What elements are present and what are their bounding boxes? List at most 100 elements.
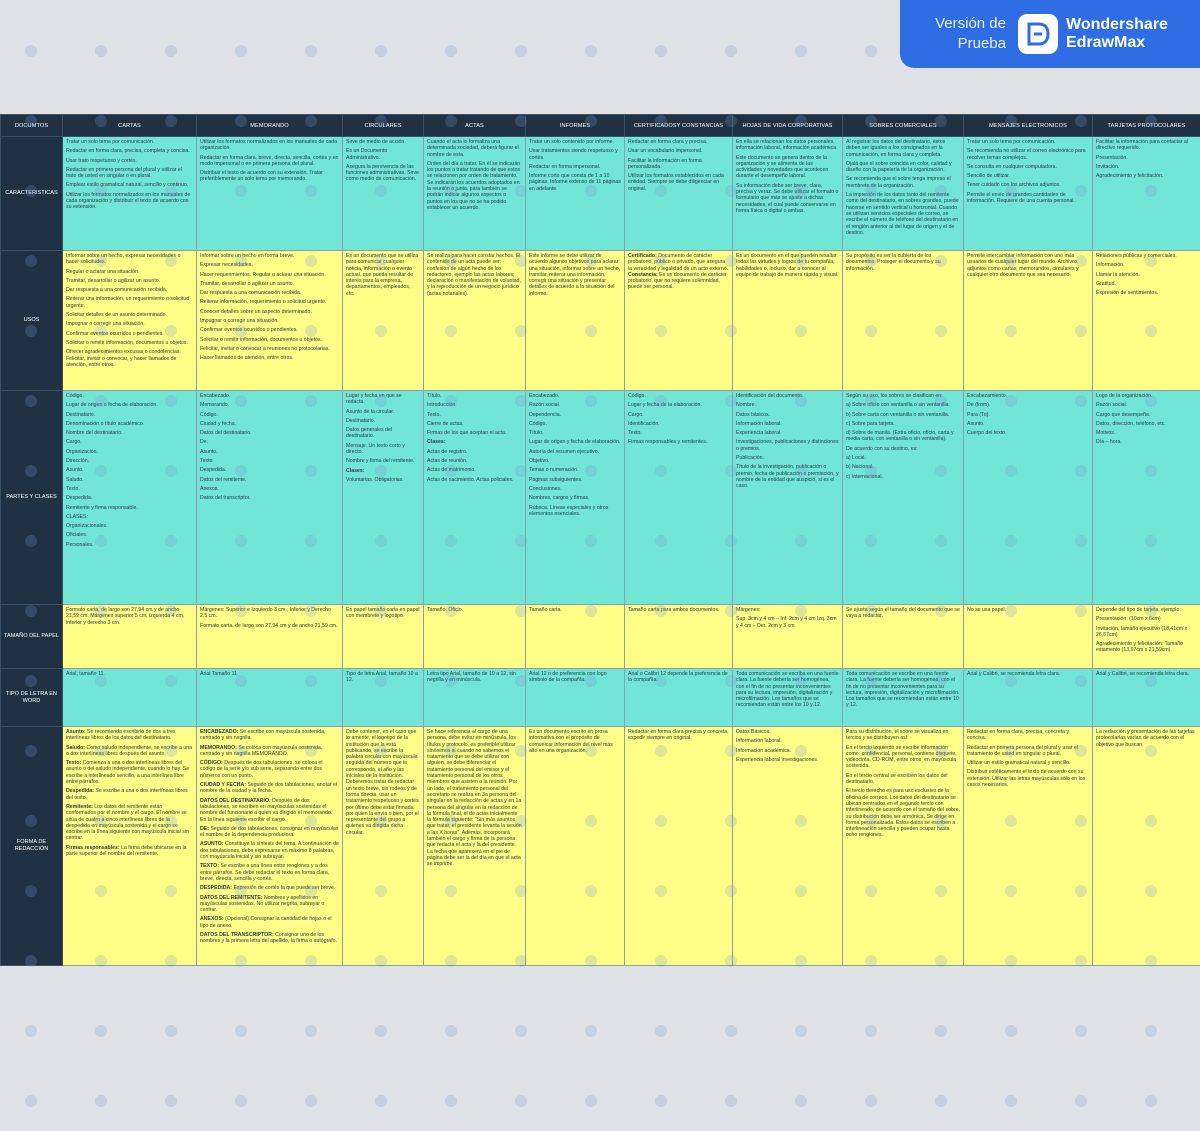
cell-line: Asunto. [66,467,84,474]
cell-line: Arial y Calibri, se recomienda letra cla… [967,671,1061,677]
watermark-icon [165,1025,177,1037]
watermark-icon [655,1025,667,1037]
table-cell: Al registrar los datos del destinatario,… [842,136,964,251]
trial-badge[interactable]: Versión de Prueba Wondershare EdrawMax [900,0,1200,68]
cell-line: Cierre de actas. [427,420,464,427]
cell-line: No se usa papel. [967,607,1006,613]
cell-line: Para (To). [967,411,990,418]
cell-line: Relaciones públicas y comerciales. [1096,253,1177,259]
cell-line: DATOS DEL REMITENTE: Nombres y apellidos… [200,894,325,914]
column-header: CIRCULARES [342,114,424,137]
cell-line: Nombre. [736,402,756,409]
cell-line: Para su distribución, el sobre se visual… [846,729,949,742]
column-header: HOJAS DE VIDA CORPORATIVAS [732,114,843,137]
table-cell: Arial y Calibri, se recomienda letra cla… [1092,668,1200,727]
cell-line: En ella se relacionan los datos personal… [736,139,838,152]
cell-line: Nombres, cargos y firmas. [529,495,590,502]
watermark-icon [25,1025,37,1037]
cell-line: Gratitud. [1096,280,1116,287]
cell-line: En el tercio central se escriben los dat… [846,772,948,786]
table-cell: Facilitar la información para contactar … [1092,136,1200,251]
watermark-icon [305,1025,317,1037]
cell-line: Presentación: (10cm x 6cm) [1096,616,1161,623]
cell-line: d) Sobre de manila. (Extra oficio, ofici… [846,430,954,443]
cell-line: Utilizar los formatos normalizados en lo… [200,139,337,152]
watermark-icon [1075,1095,1087,1107]
table-cell: Letra tipo Arial, tamaño de 10 a 12, sin… [423,668,526,727]
cell-line: Dar respuesta a una comunicación recibid… [66,287,168,294]
cell-line: ASUNTO: Constituye la síntesis del tema.… [200,841,339,861]
watermark-icon [235,1095,247,1107]
cell-line: El tercio derecho es para uso exclusivo … [846,788,960,839]
brand-line1: Wondershare [1066,16,1168,33]
row-header: TAMAÑO DEL PAPEL [0,604,63,669]
cell-line: Ciudad y fecha. [200,420,237,427]
cell-line: Facilitar la información para contactar … [1096,139,1188,152]
cell-line: Saludo. [66,476,84,483]
cell-line: Hacer llamados de atención, entre otros. [200,355,294,362]
cell-line: Firmas responsables: La firma debe ubica… [66,844,187,858]
cell-line: Se recomienda que el sobre tenga impreso… [846,176,951,189]
trial-label-line2: Prueba [957,35,1006,52]
table-cell: Informar sobre un hecho en forma breve. E… [196,250,343,391]
watermark-icon [165,45,177,57]
cell-line: Letra tipo Arial, tamaño de 10 a 12, sin… [427,671,516,684]
cell-line: Arial Tamaño 11. [200,671,239,677]
table-cell: Encabezado. Razón social. Dependencia. Códi… [525,390,625,605]
cell-line: Este documento se genera dentro de la or… [736,154,829,180]
cell-line: Clases: [427,439,446,446]
cell-line: Dependencia. [529,411,562,418]
cell-line: Texto. [628,430,642,437]
cell-line: Día – hora. [1096,439,1122,446]
cell-line: Datos generales del destinatario. [346,427,393,440]
cell-line: Confirmar eventos ocurridos o pendientes… [200,327,298,334]
column-header: CERTIFICADOSY CONSTANCIAS [624,114,733,137]
table-cell: Toda comunicación se escriba en una fuen… [732,668,843,727]
cell-line: Título de la investigación, publicación … [736,464,839,490]
cell-line: Asegura la pervivencia de las funciones … [346,163,419,183]
watermark-icon [25,1095,37,1107]
table-cell: Es un documento en el que pueden resalta… [732,250,843,391]
trial-label-line1: Versión de [935,15,1006,32]
cell-line: Cargo. [66,439,82,446]
cell-line: Título. [529,430,544,437]
cell-line: Formato carta, de largo son 27,94 cm y d… [66,607,185,626]
column-header: TARJETAS PROTOCOLARES [1092,114,1200,137]
cell-line: Datos del remitente. [200,476,247,483]
cell-line: Datos, dirección, teléfono, etc. [1096,420,1166,427]
cell-line: De. [200,439,209,446]
watermark-icon [165,1095,177,1107]
watermark-icon [725,1025,737,1037]
cell-line: Regular o aclarar una situación. [66,268,140,275]
watermark-icon [515,1025,527,1037]
watermark-icon [655,45,667,57]
cell-line: Hacer requerimientos. Regular o aclarar … [200,271,326,278]
cell-line: a) Local. [846,455,866,462]
table-cell: Código. Lugar y fecha de la elaboración. C… [624,390,733,605]
table-cell: Título. Introducción. Texto. Cierre de acta… [423,390,526,605]
watermark-icon [1145,1095,1157,1107]
table-cell: Informar sobre un hecho, expresar necesi… [62,250,197,391]
cell-line: Publicación. [736,455,764,462]
cell-line: Redactar en forma clara, breve, directa,… [200,154,339,167]
watermark-icon [865,1025,877,1037]
cell-line: Título. [427,393,442,399]
cell-line: Según su uso, los sobres se clasifican e… [846,393,943,399]
table-cell: Tamaño carta. [525,604,625,669]
cell-line: Razón social. [529,402,561,409]
watermark-icon [1075,1025,1087,1037]
cell-line: Asunto. [967,420,985,427]
watermark-icon [865,1095,877,1107]
cell-line: b) Nacional. [846,464,874,471]
cell-line: Agradecimiento y felicitación: Tamaño es… [1096,641,1183,654]
cell-line: Tramitar, desarrollar o agilizar un asun… [200,280,295,287]
table-cell: ENCABEZADO: Se escribe con mayúscula sos… [196,726,343,966]
cell-line: Ojalá que el sobre coincida en color, ca… [846,160,952,174]
cell-line: Su propósito es ser la cubierta de los d… [846,253,941,272]
table-cell: Se hace referencia al cargo de una perso… [423,726,526,966]
cell-line: Código. [529,420,547,427]
cell-line: Asunto de la circular. [346,408,395,415]
table-cell: Es un documento escrito en prosa informa… [525,726,625,966]
cell-line: En el tercio izquierdo se escribe inform… [846,744,957,770]
table-row: CARACTERISTICAS Tratar un solo tema por c… [0,136,1200,251]
